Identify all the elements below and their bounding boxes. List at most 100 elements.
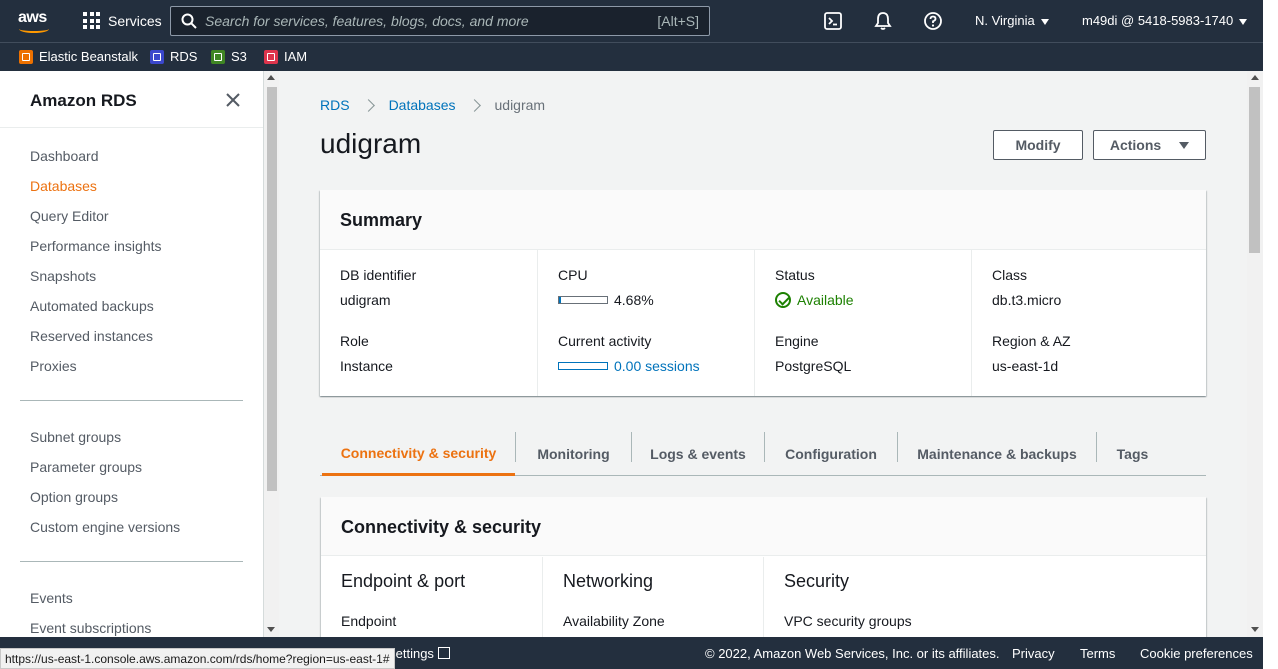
search-box[interactable]: [Alt+S] <box>170 6 710 36</box>
summary-column-identifier: DB identifier udigram Role Instance <box>320 250 537 396</box>
account-label: m49di @ 5418-5983-1740 <box>1082 13 1234 28</box>
search-input[interactable] <box>205 11 645 31</box>
favorite-label: IAM <box>284 49 308 64</box>
region-label: N. Virginia <box>975 13 1035 28</box>
summary-header: Summary <box>320 190 1206 250</box>
engine-label: Engine <box>775 333 819 349</box>
search-icon <box>181 13 197 29</box>
class-label: Class <box>992 267 1028 283</box>
bell-icon[interactable] <box>873 11 893 31</box>
detail-tabs: Connectivity & security Monitoring Logs … <box>320 432 1206 476</box>
connectivity-title: Connectivity & security <box>341 517 542 537</box>
vpc-security-groups-label: VPC security groups <box>784 613 912 629</box>
networking-section: Networking Availability Zone <box>542 557 763 637</box>
sidebar-item-automated-backups[interactable]: Automated backups <box>30 298 154 314</box>
aws-logo[interactable]: aws <box>18 8 52 34</box>
sidebar-item-event-subscriptions[interactable]: Event subscriptions <box>30 620 151 636</box>
sidebar-item-events[interactable]: Events <box>30 590 73 606</box>
cpu-progress-bar <box>558 296 608 304</box>
sidebar-item-snapshots[interactable]: Snapshots <box>30 268 96 284</box>
tab-tags[interactable]: Tags <box>1097 432 1168 475</box>
summary-column-status: Status Available Engine PostgreSQL <box>754 250 971 396</box>
connectivity-header: Connectivity & security <box>321 497 1206 556</box>
tab-monitoring[interactable]: Monitoring <box>516 432 631 475</box>
scroll-down-icon[interactable] <box>1251 627 1259 632</box>
favorites-bar: Elastic Beanstalk RDS S3 IAM <box>0 42 1278 71</box>
actions-button[interactable]: Actions <box>1093 130 1206 160</box>
sidebar-item-subnet-groups[interactable]: Subnet groups <box>30 429 121 445</box>
sidebar-item-parameter-groups[interactable]: Parameter groups <box>30 459 142 475</box>
sidebar-item-option-groups[interactable]: Option groups <box>30 489 118 505</box>
cpu-progress-fill <box>559 297 562 303</box>
scroll-up-icon[interactable] <box>1251 75 1259 80</box>
actions-label: Actions <box>1109 137 1162 153</box>
grid-icon <box>83 12 100 29</box>
account-menu[interactable]: m49di @ 5418-5983-1740 <box>1082 13 1248 28</box>
sessions-link[interactable]: 0.00 sessions <box>614 358 700 374</box>
sidebar-item-reserved-instances[interactable]: Reserved instances <box>30 328 153 344</box>
sidebar-scroll-thumb[interactable] <box>267 87 277 491</box>
current-activity-label: Current activity <box>558 333 652 349</box>
status-bar-url: https://us-east-1.console.aws.amazon.com… <box>0 648 395 669</box>
favorite-rds[interactable]: RDS <box>150 49 197 64</box>
main-scroll-thumb[interactable] <box>1249 87 1260 253</box>
status-text: Available <box>797 292 854 308</box>
favorite-label: Elastic Beanstalk <box>39 49 138 64</box>
close-icon[interactable] <box>224 91 242 109</box>
sidebar-item-dashboard[interactable]: Dashboard <box>30 148 99 164</box>
services-menu-button[interactable]: Services <box>83 12 162 29</box>
favorite-iam[interactable]: IAM <box>264 49 307 64</box>
tab-maintenance-backups[interactable]: Maintenance & backups <box>898 432 1096 475</box>
terms-link[interactable]: Terms <box>1080 646 1115 661</box>
class-value: db.t3.micro <box>992 292 1062 308</box>
current-activity-value[interactable]: 0.00 sessions <box>558 358 700 374</box>
services-label: Services <box>108 12 162 29</box>
status-label: Status <box>775 267 815 283</box>
role-value: Instance <box>340 358 393 374</box>
cpu-label: CPU <box>558 267 588 283</box>
top-navigation: aws Services [Alt+S] N. Virginia m49di @… <box>0 0 1278 42</box>
region-az-value: us-east-1d <box>992 358 1059 374</box>
privacy-link[interactable]: Privacy <box>1012 646 1055 661</box>
security-section: Security VPC security groups <box>763 557 984 637</box>
modify-label: Modify <box>1015 137 1061 153</box>
db-identifier-label: DB identifier <box>340 267 417 283</box>
elastic-beanstalk-icon <box>19 49 33 64</box>
sidebar-item-custom-engine-versions[interactable]: Custom engine versions <box>30 519 180 535</box>
cookie-preferences-link[interactable]: Cookie preferences <box>1140 646 1253 661</box>
favorite-elastic-beanstalk[interactable]: Elastic Beanstalk <box>19 49 138 64</box>
modify-button[interactable]: Modify <box>993 130 1083 160</box>
sidebar: Amazon RDS Dashboard Databases Query Edi… <box>0 71 264 637</box>
security-heading: Security <box>784 571 850 591</box>
tab-configuration[interactable]: Configuration <box>765 432 897 475</box>
page-title: udigram <box>320 128 422 159</box>
cpu-percent: 4.68% <box>614 292 654 308</box>
main-scrollbar[interactable] <box>1247 71 1263 637</box>
tab-logs-events[interactable]: Logs & events <box>632 432 764 475</box>
region-selector[interactable]: N. Virginia <box>975 13 1049 28</box>
sidebar-item-proxies[interactable]: Proxies <box>30 358 77 374</box>
breadcrumb-rds[interactable]: RDS <box>320 97 350 113</box>
scroll-down-icon[interactable] <box>267 627 275 632</box>
s3-icon <box>211 49 225 64</box>
summary-card: Summary DB identifier udigram Role Insta… <box>320 190 1206 396</box>
engine-value: PostgreSQL <box>775 358 852 374</box>
endpoint-label: Endpoint <box>341 613 397 629</box>
help-icon[interactable] <box>923 11 943 31</box>
connectivity-security-card: Connectivity & security Endpoint & port … <box>321 497 1206 647</box>
favorite-s3[interactable]: S3 <box>211 49 247 64</box>
tab-connectivity-security[interactable]: Connectivity & security <box>322 432 515 476</box>
window-edge <box>1263 0 1278 669</box>
sidebar-item-performance-insights[interactable]: Performance insights <box>30 238 162 254</box>
chevron-down-icon <box>1040 18 1049 25</box>
cloudshell-icon[interactable] <box>823 11 843 31</box>
scroll-up-icon[interactable] <box>267 75 275 80</box>
summary-column-cpu: CPU 4.68% Current activity 0.00 sessions <box>537 250 754 396</box>
sidebar-item-query-editor[interactable]: Query Editor <box>30 208 109 224</box>
sidebar-item-databases[interactable]: Databases <box>30 178 97 194</box>
breadcrumb-databases[interactable]: Databases <box>389 97 456 113</box>
sidebar-scrollbar[interactable] <box>264 71 279 637</box>
chevron-right-icon <box>361 98 375 112</box>
favorite-label: S3 <box>231 49 247 64</box>
availability-zone-label: Availability Zone <box>563 613 665 629</box>
